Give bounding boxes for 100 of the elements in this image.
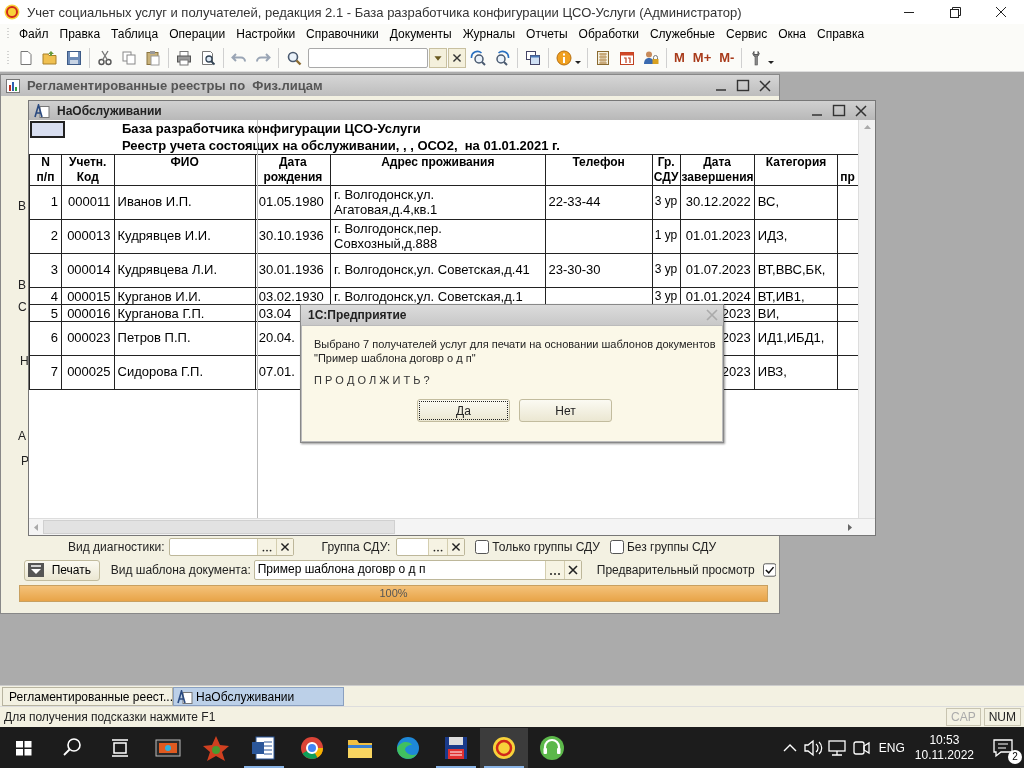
search-field[interactable] <box>308 47 428 68</box>
memory-button[interactable]: M+ <box>688 50 716 65</box>
field-label: Вид диагностики: <box>68 540 165 554</box>
table-cell: ВС, <box>754 185 838 220</box>
column-header: Гр. СДУ <box>652 154 681 186</box>
input-field[interactable]: Пример шаблона договр о д п <box>253 560 582 580</box>
memory-button[interactable]: M <box>670 50 689 65</box>
calculator-icon[interactable] <box>595 49 611 66</box>
table-cell: ВТ,ИВ1, <box>754 287 838 305</box>
table-cell: г. Волгодонск,ул. Агатовая,д.4,кв.1 <box>330 185 545 220</box>
windows-icon[interactable] <box>525 49 541 66</box>
search-arrow-icon[interactable] <box>470 49 486 66</box>
menu-item[interactable]: Обработки <box>573 27 644 41</box>
ellipsis-icon[interactable] <box>544 561 564 579</box>
scroll-thumb[interactable] <box>43 520 395 534</box>
menu-item[interactable]: Файл <box>14 27 54 41</box>
print-preview-icon[interactable] <box>200 49 216 66</box>
table-cell: 000014 <box>61 253 115 288</box>
column-header: Адрес проживания <box>330 154 545 186</box>
table-cell: 3 ур <box>652 253 681 288</box>
table-cell: 000011 <box>61 185 115 220</box>
menu-item[interactable]: Справочники <box>301 27 384 41</box>
running-indicator <box>244 765 284 768</box>
table-cell: 6 <box>29 321 62 356</box>
empty-frame <box>30 121 65 138</box>
menu-item[interactable]: Операции <box>164 27 231 41</box>
menu-item[interactable]: Справка <box>812 27 870 41</box>
clipboard-icon[interactable] <box>145 49 161 66</box>
table-cell: Кудрявцева Л.И. <box>114 253 256 288</box>
field-label: А <box>18 429 26 443</box>
field-label: Вид шаблона документа: <box>110 563 251 577</box>
table-cell: 01.07.2023 <box>680 253 755 288</box>
running-indicator <box>436 765 476 768</box>
table-cell: 000025 <box>61 355 115 390</box>
field-label: С <box>18 300 27 314</box>
menu-item[interactable]: Настройки <box>231 27 301 41</box>
input-field[interactable] <box>396 538 466 556</box>
vertical-scrollbar[interactable] <box>858 120 875 518</box>
input-field[interactable] <box>168 538 294 556</box>
checkbox-label: Без группы СДУ <box>626 540 717 554</box>
table-cell: Курганов И.И. <box>114 287 256 305</box>
report-icon <box>34 103 50 118</box>
clock-date[interactable]: 10.11.2022 <box>914 747 974 763</box>
table-cell: 2 <box>29 219 62 254</box>
report-icon <box>177 689 193 704</box>
scissors-icon[interactable] <box>97 49 113 66</box>
dialog-button[interactable]: Нет <box>519 399 612 422</box>
memory-button[interactable]: M- <box>715 50 739 65</box>
calendar-icon[interactable] <box>619 49 635 66</box>
clock-time[interactable]: 10:53 <box>929 732 960 748</box>
new-document-icon[interactable] <box>18 49 34 66</box>
table-cell: ИВЗ, <box>754 355 838 390</box>
checkbox[interactable] <box>762 563 776 577</box>
checkbox[interactable] <box>475 540 490 554</box>
search-arrow-icon[interactable] <box>494 49 510 66</box>
menu-item[interactable]: Журналы <box>457 27 521 41</box>
printer-icon[interactable] <box>176 49 192 66</box>
clear-icon[interactable] <box>448 47 466 68</box>
table-cell: ИДЗ, <box>754 219 838 254</box>
table-cell: г. Волгодонск,ул. Советская,д.41 <box>330 253 545 288</box>
search-icon[interactable] <box>286 49 302 66</box>
print-button[interactable]: Печать <box>24 559 100 581</box>
column-header: Телефон <box>545 154 653 186</box>
menu-item[interactable]: Таблица <box>106 27 164 41</box>
checkbox[interactable] <box>609 540 624 554</box>
window-tab[interactable]: НаОбслуживании <box>173 687 344 706</box>
menu-item[interactable]: Служебные <box>644 27 721 41</box>
table-cell: 30.12.2022 <box>680 185 755 220</box>
table-cell: 000016 <box>61 304 115 322</box>
window-tab[interactable]: Регламентированные реест... <box>2 687 173 706</box>
column-header: Категория <box>754 154 838 186</box>
horizontal-scrollbar[interactable] <box>29 518 875 535</box>
menu-item[interactable]: Правка <box>54 27 106 41</box>
field-label: В <box>18 199 26 213</box>
running-indicator <box>484 765 524 768</box>
window-title: Регламентированные реестры по Физ.лицам <box>27 78 324 93</box>
column-header: Дата завершения <box>680 154 755 186</box>
table-cell: 000013 <box>61 219 115 254</box>
table-cell: Иванов И.П. <box>114 185 256 220</box>
clear-icon[interactable] <box>447 539 465 555</box>
notification-badge: 2 <box>1008 749 1022 764</box>
dialog-button[interactable]: Да <box>417 399 510 422</box>
notification-icon[interactable] <box>992 737 1014 758</box>
field-label: Группа СДУ: <box>321 540 391 554</box>
table-cell: 000023 <box>61 321 115 356</box>
column-header: ФИО <box>114 154 256 186</box>
table-cell: 1 ур <box>652 219 681 254</box>
menu-item[interactable]: Отчеты <box>521 27 573 41</box>
menu-item[interactable]: Сервис <box>721 27 773 41</box>
user-lock-icon[interactable] <box>643 49 659 66</box>
table-cell: Петров П.П. <box>114 321 256 356</box>
language-indicator[interactable]: ENG <box>878 740 905 755</box>
report-heading: База разработчика конфигурации ЦСО-Услуги <box>122 121 422 137</box>
table-cell: г. Волгодонск,пер. Совхозный,д.888 <box>330 219 545 254</box>
bar-chart-icon <box>6 78 20 93</box>
menu-item[interactable]: Окна <box>773 27 812 41</box>
field-label: В <box>18 278 26 292</box>
status-indicator: NUM <box>983 708 1021 726</box>
checkbox-label: Предварительный просмотр <box>596 563 755 577</box>
menu-item[interactable]: Документы <box>384 27 457 41</box>
